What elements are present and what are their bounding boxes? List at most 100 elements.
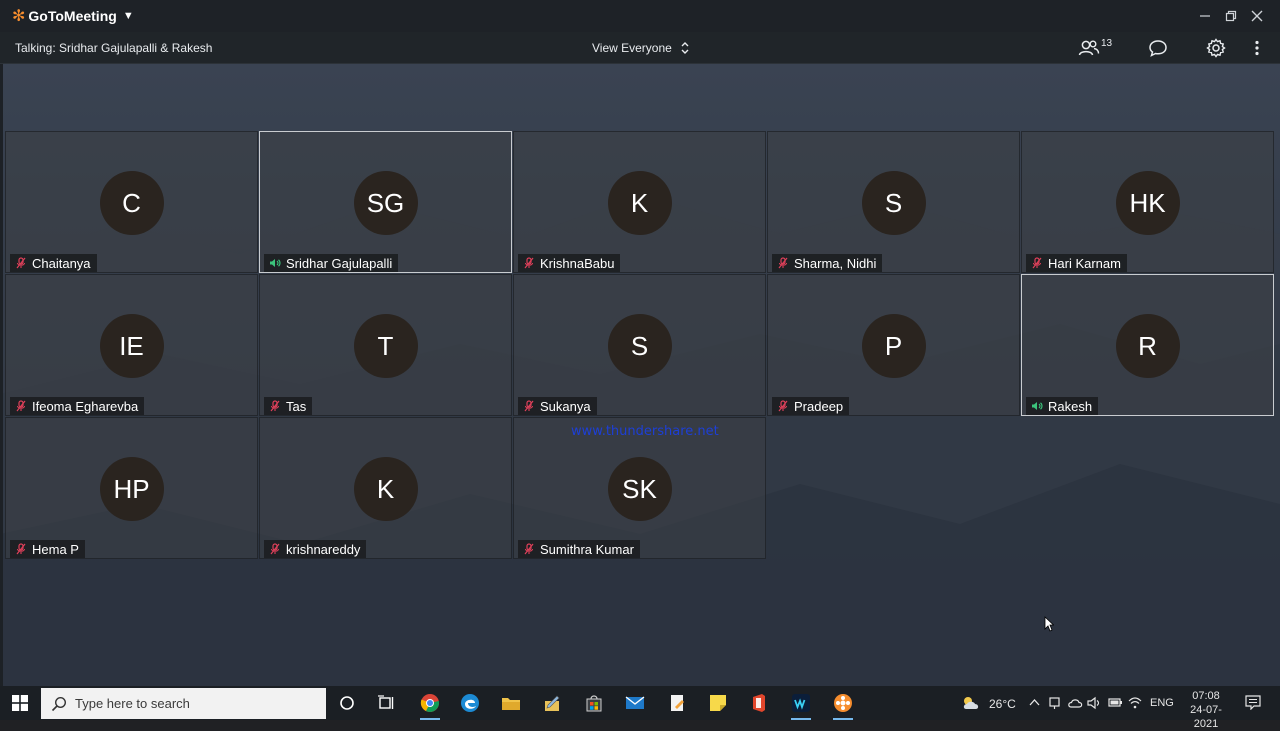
participant-avatar: HK (1115, 171, 1180, 235)
talking-indicator: Talking: Sridhar Gajulapalli & Rakesh (15, 41, 213, 55)
settings-button[interactable] (1204, 38, 1228, 58)
view-label: View Everyone (592, 41, 672, 55)
participant-name-bar: krishnareddy (264, 540, 367, 558)
speaker-active-icon (269, 257, 281, 269)
more-options-button[interactable] (1245, 38, 1269, 58)
participant-name: Sumithra Kumar (540, 541, 634, 557)
participant-name: Rakesh (1048, 398, 1093, 414)
notes-taskbar-app[interactable] (539, 691, 565, 715)
participant-tile[interactable]: T Tas (259, 274, 512, 416)
sort-arrows-icon (681, 42, 689, 54)
gotomeeting-flower-icon (834, 694, 852, 712)
mic-muted-icon (15, 400, 27, 412)
windows-logo-icon (12, 695, 28, 711)
mail-taskbar-app[interactable] (622, 691, 648, 715)
edge-icon (461, 694, 479, 712)
participant-tile[interactable]: Kkrishnareddy (259, 417, 512, 559)
sticky-notes-taskbar-app[interactable] (705, 691, 731, 715)
mic-muted-icon (15, 257, 27, 269)
participant-name: Pradeep (794, 398, 844, 414)
paint-taskbar-app[interactable] (664, 691, 690, 715)
pencil-notepad-icon (545, 695, 560, 711)
notifications-icon[interactable] (1245, 695, 1261, 710)
battery-icon[interactable] (1108, 697, 1123, 708)
document-edit-icon (671, 695, 684, 711)
mic-muted-icon (777, 400, 789, 412)
chrome-icon (420, 694, 440, 712)
app-menu-button[interactable]: ✻ GoToMeeting ▼ (12, 6, 134, 26)
mic-muted-icon (523, 543, 535, 555)
participant-tile[interactable]: K KrishnaBabu (513, 131, 766, 273)
mic-muted-icon (269, 400, 281, 412)
mail-icon (625, 696, 645, 709)
participant-name-bar: Chaitanya (10, 254, 97, 272)
cortana-button[interactable] (334, 691, 360, 715)
input-language[interactable]: ENG (1150, 697, 1174, 709)
participant-name-bar: Sumithra Kumar (518, 540, 640, 558)
participant-tile[interactable]: R Rakesh (1021, 274, 1274, 416)
view-everyone-selector[interactable]: View Everyone (592, 41, 690, 55)
participant-avatar: SG (353, 171, 418, 235)
speaker-active-icon (1031, 400, 1043, 412)
wifi-icon[interactable] (1128, 696, 1142, 709)
mic-muted-icon (523, 400, 535, 412)
minimize-button[interactable] (1192, 0, 1218, 32)
participant-avatar: P (861, 314, 926, 378)
participant-name: Tas (286, 398, 307, 414)
restore-button[interactable] (1218, 0, 1244, 32)
participant-name: Sridhar Gajulapalli (286, 255, 393, 271)
mic-muted-icon (269, 543, 281, 555)
participant-tile[interactable]: HP Hema P (5, 417, 258, 559)
participant-name-bar: Tas (264, 397, 313, 415)
participant-name-bar: Sridhar Gajulapalli (264, 254, 399, 272)
start-button[interactable] (0, 686, 40, 720)
participant-name-bar: Sharma, Nidhi (772, 254, 883, 272)
office-taskbar-app[interactable] (746, 691, 772, 715)
gear-icon (1206, 38, 1226, 58)
participant-tile[interactable]: HK Hari Karnam (1021, 131, 1274, 273)
windows-taskbar: Type here to search 26°C ENG 07:08 24-07… (0, 686, 1280, 730)
title-bar: ✻ GoToMeeting ▼ (0, 0, 1280, 32)
participant-name: Sharma, Nidhi (794, 255, 877, 271)
participant-avatar: R (1115, 314, 1180, 378)
mic-muted-icon (15, 543, 27, 555)
weather-cloud-icon (963, 697, 979, 709)
webex-icon (792, 694, 810, 712)
chat-button[interactable] (1146, 38, 1170, 58)
folder-icon (502, 698, 520, 710)
file-explorer-taskbar-app[interactable] (498, 691, 524, 715)
participant-tile[interactable]: S Sharma, Nidhi (767, 131, 1020, 273)
chat-icon (1149, 40, 1167, 57)
chevron-up-icon[interactable] (1029, 698, 1040, 707)
taskbar-search-box[interactable]: Type here to search (41, 688, 326, 719)
webex-taskbar-app[interactable] (788, 691, 814, 720)
participant-name-bar: Pradeep (772, 397, 850, 415)
participant-name: Chaitanya (32, 255, 91, 271)
onedrive-cloud-icon[interactable] (1067, 696, 1083, 709)
speaker-icon[interactable] (1087, 696, 1102, 710)
device-icon[interactable] (1048, 696, 1061, 710)
weather-temperature[interactable]: 26°C (989, 697, 1016, 711)
edge-taskbar-app[interactable] (457, 691, 483, 715)
participant-avatar: IE (99, 314, 164, 378)
participant-name: Hari Karnam (1048, 255, 1121, 271)
participant-tile[interactable]: S Sukanya (513, 274, 766, 416)
task-view-button[interactable] (373, 691, 399, 715)
office-icon (753, 694, 765, 712)
video-stage: C Chaitanya SG Sridhar Gajulapalli K KrishnaB… (0, 64, 1280, 686)
participant-name: Sukanya (540, 398, 591, 414)
participant-tile[interactable]: IE Ifeoma Egharevba (5, 274, 258, 416)
system-clock[interactable]: 07:08 24-07-2021 (1178, 689, 1234, 731)
store-taskbar-app[interactable] (581, 691, 607, 715)
gotomeeting-taskbar-app[interactable] (830, 691, 856, 720)
participant-tile[interactable]: P Pradeep (767, 274, 1020, 416)
close-button[interactable] (1244, 0, 1270, 32)
participant-name-bar: Ifeoma Egharevba (10, 397, 145, 415)
chrome-taskbar-app[interactable] (417, 691, 443, 720)
participants-button[interactable] (1077, 38, 1101, 58)
participant-tile[interactable]: C Chaitanya (5, 131, 258, 273)
gotomeeting-logo-icon: ✻ (12, 8, 26, 25)
participant-tile[interactable]: SG Sridhar Gajulapalli (259, 131, 512, 273)
app-name: GoToMeeting (28, 8, 117, 24)
participant-avatar: S (607, 314, 672, 378)
